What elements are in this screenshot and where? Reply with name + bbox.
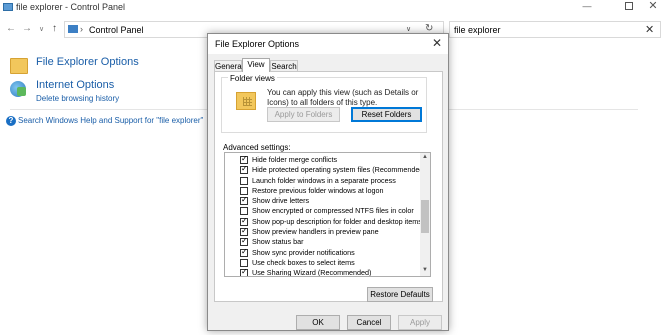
help-search-link[interactable]: ? Search Windows Help and Support for "f…	[6, 115, 216, 127]
apply-button[interactable]: Apply	[398, 315, 442, 330]
cancel-button[interactable]: Cancel	[347, 315, 391, 330]
setting-checkbox[interactable]	[240, 267, 248, 276]
advanced-setting-row[interactable]: Show drive letters	[225, 195, 420, 206]
setting-checkbox[interactable]	[240, 216, 248, 226]
setting-label: Show encrypted or compressed NTFS files …	[252, 206, 414, 216]
setting-label: Hide protected operating system files (R…	[252, 165, 426, 175]
forward-arrow-icon[interactable]: →	[22, 23, 32, 34]
apply-to-folders-button[interactable]: Apply to Folders	[267, 107, 340, 122]
restore-defaults-button[interactable]: Restore Defaults	[367, 287, 433, 302]
file-explorer-options-dialog: File Explorer Options ✕ General View Sea…	[207, 33, 449, 331]
result-title-link[interactable]: File Explorer Options	[36, 56, 139, 68]
advanced-setting-row[interactable]: Use check boxes to select items	[225, 258, 420, 268]
setting-checkbox[interactable]	[240, 154, 248, 164]
advanced-setting-row[interactable]: Launch folder windows in a separate proc…	[225, 176, 420, 186]
scrollbar-thumb[interactable]	[421, 200, 429, 233]
advanced-setting-row[interactable]: Hide protected operating system files (R…	[225, 164, 426, 175]
folder-views-label: Folder views	[228, 74, 277, 83]
maximize-icon	[625, 2, 633, 10]
advanced-setting-row[interactable]: Restore previous folder windows at logon	[225, 186, 420, 196]
close-window-button[interactable]: ✕	[638, 0, 666, 14]
help-question-icon: ?	[6, 116, 16, 126]
setting-label: Use Sharing Wizard (Recommended)	[252, 268, 372, 277]
advanced-settings-items: Hide folder merge conflictsHide protecte…	[225, 154, 426, 277]
result-internet-options: Internet Options Delete browsing history	[10, 79, 210, 105]
reset-folders-button[interactable]: Reset Folders	[351, 107, 422, 122]
scroll-up-icon[interactable]: ▲	[422, 154, 428, 160]
recent-locations-chevron-icon[interactable]: ∨	[39, 25, 44, 33]
breadcrumb-separator-icon[interactable]: ›	[80, 24, 83, 34]
setting-checkbox[interactable]	[240, 247, 248, 257]
result-title-link[interactable]: Internet Options	[36, 79, 114, 91]
tab-view[interactable]: View	[242, 58, 270, 72]
dialog-titlebar: File Explorer Options ✕	[208, 34, 448, 54]
control-panel-icon	[68, 25, 78, 33]
internet-globe-icon[interactable]	[10, 81, 26, 97]
setting-checkbox[interactable]	[240, 207, 248, 216]
advanced-setting-row[interactable]: Show encrypted or compressed NTFS files …	[225, 206, 420, 216]
clear-search-icon[interactable]: ✕	[645, 23, 654, 36]
advanced-setting-row[interactable]: Show sync provider notifications	[225, 247, 420, 258]
setting-checkbox[interactable]	[240, 164, 248, 175]
back-arrow-icon[interactable]: ←	[6, 23, 16, 34]
advanced-setting-row[interactable]: Use Sharing Wizard (Recommended)	[225, 267, 420, 277]
breadcrumb-control-panel[interactable]: Control Panel	[89, 25, 144, 35]
setting-label: Show status bar	[252, 237, 304, 247]
up-arrow-icon[interactable]: ↑	[52, 23, 57, 34]
search-box[interactable]: file explorer ✕	[449, 21, 661, 38]
dialog-title: File Explorer Options	[215, 39, 300, 49]
dialog-close-icon[interactable]: ✕	[432, 36, 442, 50]
help-link-text[interactable]: Search Windows Help and Support for "fil…	[18, 116, 203, 125]
advanced-setting-row[interactable]: Show status bar	[225, 236, 420, 247]
setting-label: Show drive letters	[252, 196, 310, 206]
control-panel-app-icon	[3, 3, 13, 11]
setting-label: Show preview handlers in preview pane	[252, 227, 379, 237]
scroll-down-icon[interactable]: ▼	[422, 267, 428, 273]
window-title: file explorer - Control Panel	[16, 2, 126, 12]
setting-label: Restore previous folder windows at logon	[252, 185, 384, 195]
setting-checkbox[interactable]	[240, 186, 248, 195]
result-sublink[interactable]: Delete browsing history	[36, 94, 119, 103]
setting-label: Launch folder windows in a separate proc…	[252, 175, 396, 185]
advanced-setting-row[interactable]: Hide folder merge conflicts	[225, 154, 420, 165]
setting-checkbox[interactable]	[240, 176, 248, 185]
advanced-list-scrollbar[interactable]: ▲ ▼	[420, 153, 430, 276]
setting-checkbox[interactable]	[240, 226, 248, 237]
folder-views-description: You can apply this view (such as Details…	[267, 88, 419, 107]
advanced-setting-row[interactable]: Show pop-up description for folder and d…	[225, 216, 422, 227]
setting-label: Show pop-up description for folder and d…	[252, 216, 422, 226]
setting-label: Hide folder merge conflicts	[252, 155, 338, 164]
address-dropdown-chevron-icon[interactable]: ∨	[406, 25, 411, 33]
window-titlebar: file explorer - Control Panel — ✕	[0, 0, 666, 16]
ok-button[interactable]: OK	[296, 315, 340, 330]
setting-checkbox[interactable]	[240, 236, 248, 247]
setting-label: Use check boxes to select items	[252, 257, 355, 267]
search-input[interactable]: file explorer	[454, 25, 501, 35]
minimize-button[interactable]: —	[572, 0, 602, 14]
setting-label: Show sync provider notifications	[252, 247, 355, 257]
advanced-setting-row[interactable]: Show preview handlers in preview pane	[225, 226, 420, 237]
setting-checkbox[interactable]	[240, 258, 248, 267]
advanced-settings-label: Advanced settings:	[223, 143, 291, 152]
result-file-explorer-options: File Explorer Options	[10, 56, 210, 78]
setting-checkbox[interactable]	[240, 195, 248, 206]
folder-view-icon	[236, 92, 256, 110]
advanced-settings-list[interactable]: Hide folder merge conflictsHide protecte…	[224, 152, 431, 277]
folder-options-icon[interactable]	[10, 58, 28, 74]
dialog-tabs: General View Search	[214, 58, 444, 72]
